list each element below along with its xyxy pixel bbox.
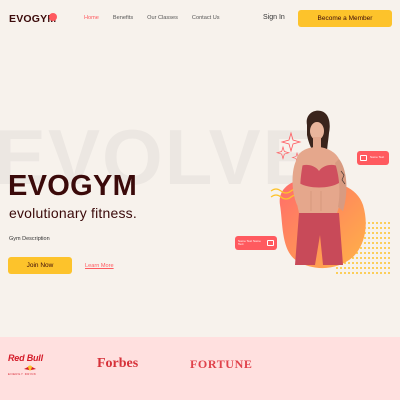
sparkle-icon	[280, 131, 302, 153]
redbull-wordmark: Red Bull	[8, 353, 43, 363]
nav-link-benefits[interactable]: Benefits	[113, 15, 133, 21]
badge-top-text: Some Text	[370, 155, 385, 160]
badge-left: Some Text Some Text	[235, 236, 277, 250]
nav-links: Home Benefits Our Classes Contact Us	[84, 15, 234, 21]
hero-subtitle: evolutionary fitness.	[9, 205, 137, 221]
learn-more-link[interactable]: Learn More	[85, 263, 114, 269]
sponsor-forbes-logo: Forbes	[97, 356, 139, 371]
nav-link-home[interactable]: Home	[84, 15, 99, 21]
logo-dot	[49, 13, 57, 21]
gym-description: Gym Description	[9, 236, 50, 242]
sponsor-redbull-logo: Red Bull ENERGY DRINK	[8, 353, 50, 377]
badge-left-text: Some Text Some Text	[238, 238, 261, 246]
hero-graphic	[270, 110, 390, 274]
lock-icon	[267, 240, 274, 246]
badge-top: Some Text	[357, 151, 389, 165]
sign-in-link[interactable]: Sign In	[263, 14, 285, 21]
sponsor-fortune-logo: FORTUNE	[190, 357, 253, 371]
hero-title: EVOGYM	[8, 170, 138, 202]
navbar: EVOGYM Home Benefits Our Classes Contact…	[0, 0, 400, 37]
redbull-tagline: ENERGY DRINK	[8, 372, 37, 376]
join-now-button[interactable]: Join Now	[8, 257, 72, 274]
nav-link-contact-us[interactable]: Contact Us	[192, 15, 220, 21]
sparkle-small-icon	[275, 145, 291, 160]
bull-icon	[24, 365, 36, 371]
become-member-button[interactable]: Become a Member	[298, 10, 392, 27]
nav-link-our-classes[interactable]: Our Classes	[147, 15, 178, 21]
calendar-icon	[360, 155, 367, 161]
